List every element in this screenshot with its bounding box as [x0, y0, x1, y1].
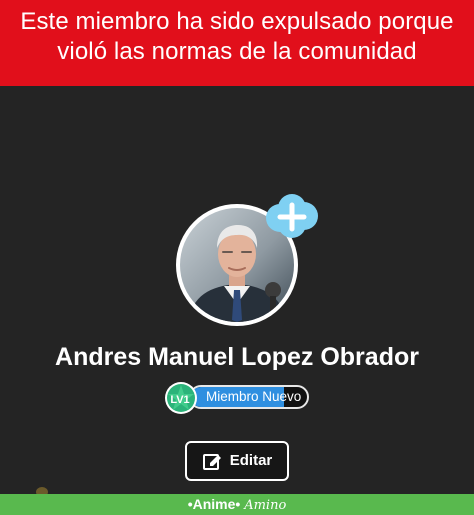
banner-line-1: Este miembro ha sido expulsado porque — [20, 8, 454, 35]
profile-page: Este miembro ha sido expulsado porque vi… — [0, 0, 474, 515]
banner-line-2: violó las normas de la comunidad — [57, 38, 417, 65]
watermark-footer: •Anime• Amino — [0, 494, 474, 515]
level-title-badge: Miembro Nuevo LV1 — [163, 381, 313, 415]
level-text: LV1 — [170, 394, 189, 406]
edit-pencil-icon — [202, 454, 221, 470]
member-title-label: Miembro Nuevo — [206, 389, 302, 404]
banned-member-banner: Este miembro ha sido expulsado porque vi… — [0, 0, 474, 86]
edit-button-label: Editar — [229, 452, 273, 469]
star-level-icon: LV1 — [165, 382, 197, 414]
plus-cloud-icon[interactable] — [262, 192, 320, 240]
edit-profile-button[interactable]: Editar — [185, 441, 289, 481]
member-title-pill: Miembro Nuevo — [189, 385, 309, 409]
watermark-brand-part2: Amino — [244, 498, 287, 513]
watermark-brand-part1: •Anime• — [187, 496, 241, 512]
profile-name: Andres Manuel Lopez Obrador — [55, 343, 419, 371]
